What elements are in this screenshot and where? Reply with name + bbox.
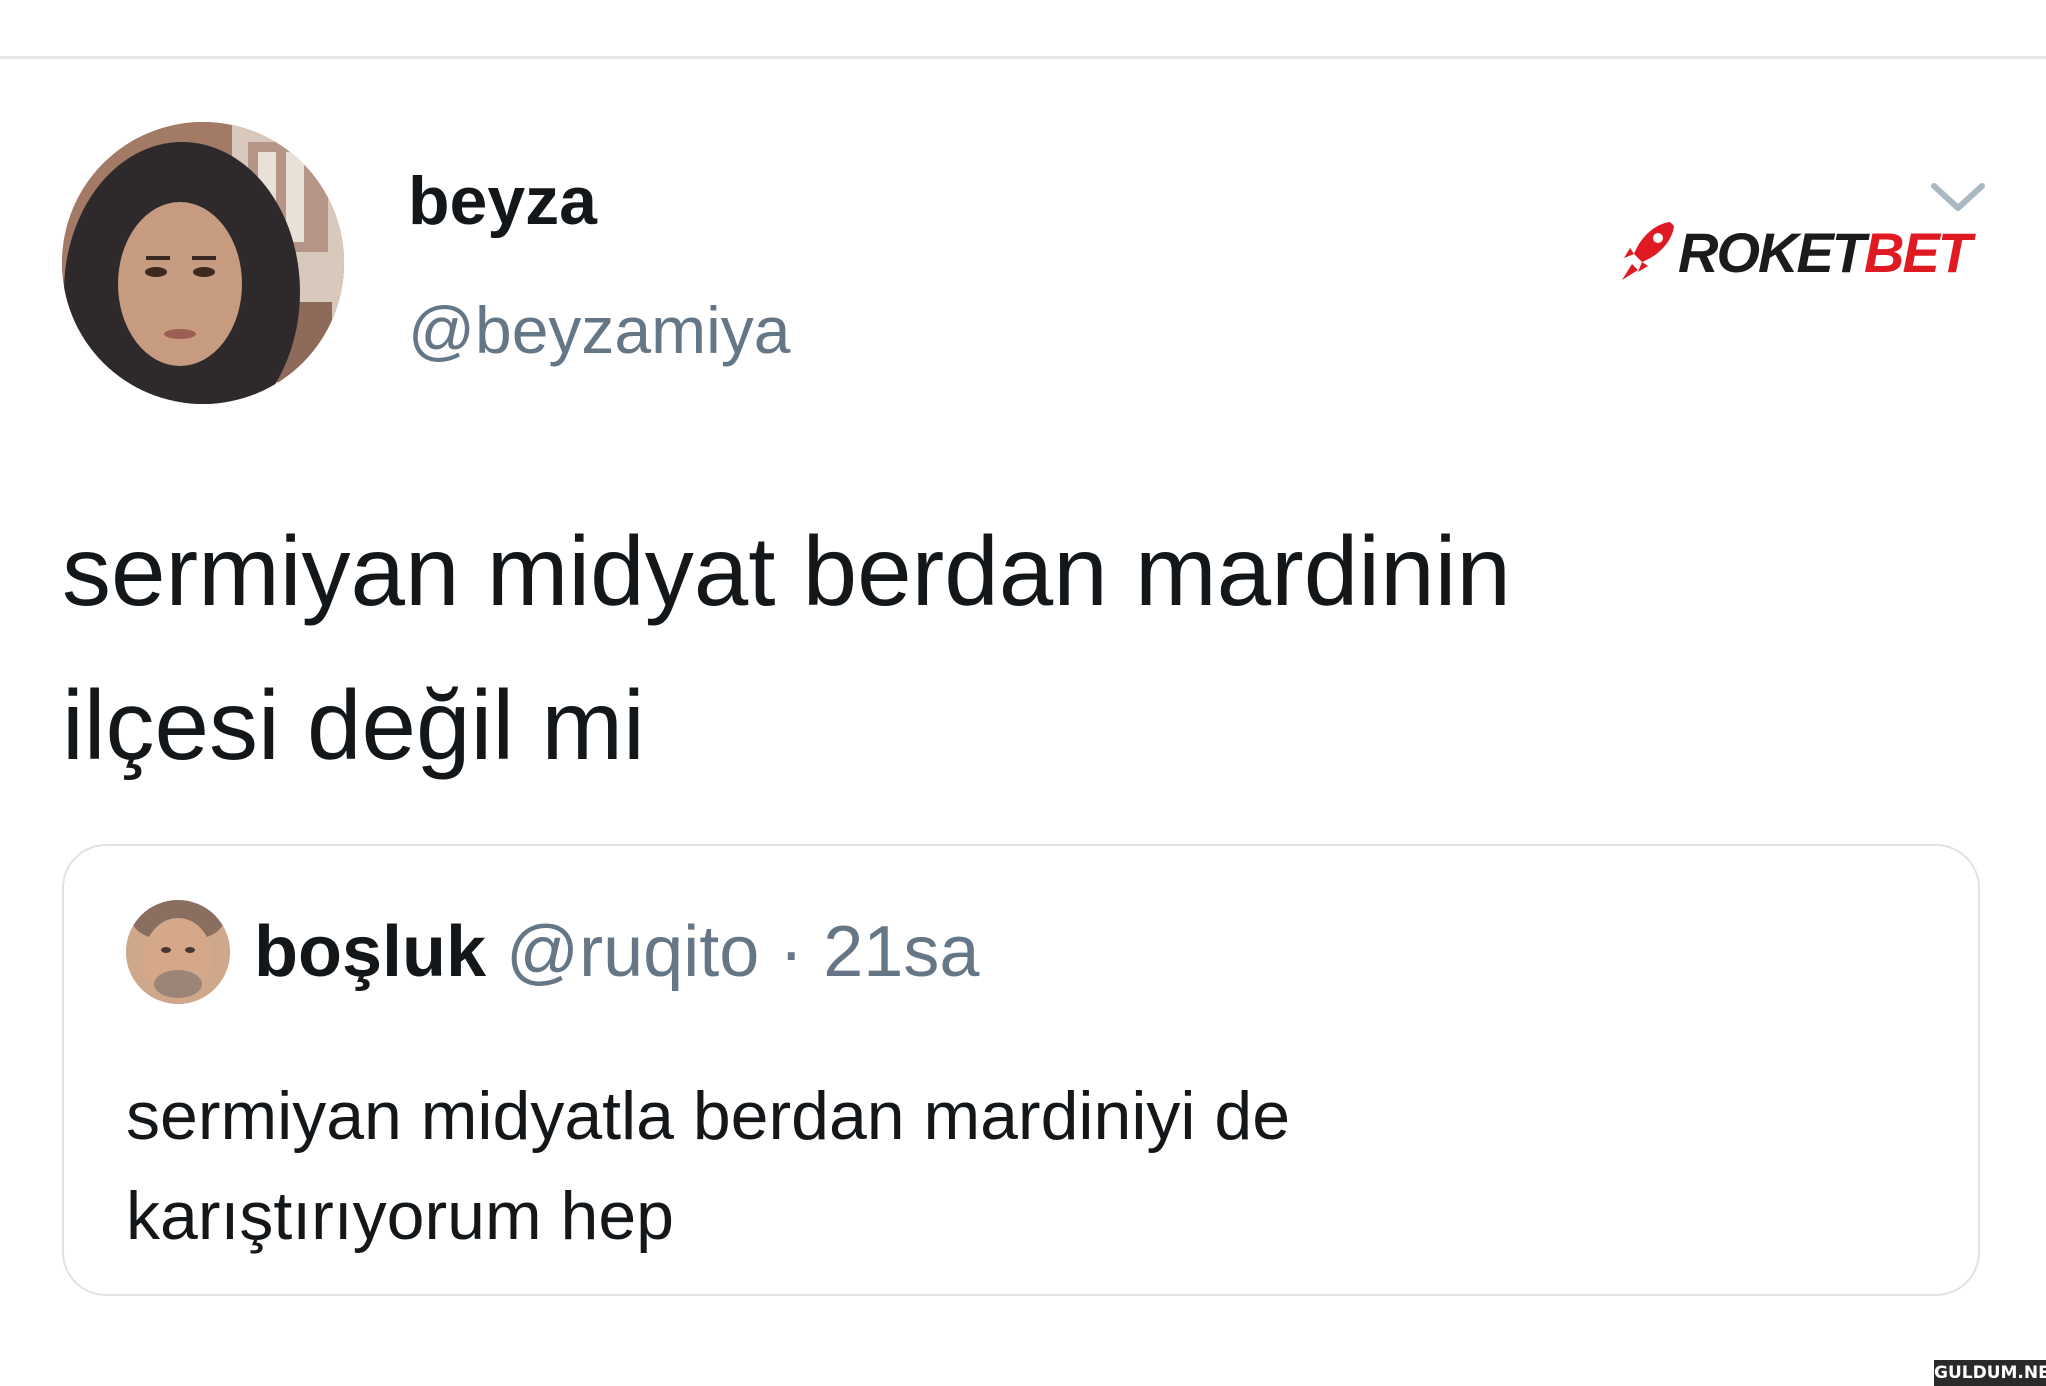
- quoted-tweet-header: boşluk @ruqito · 21sa: [254, 910, 979, 994]
- chevron-down-icon[interactable]: [1928, 178, 1988, 218]
- tweet-text-line-1: sermiyan midyat berdan mardinin: [62, 516, 1511, 626]
- quoted-avatar-photo: [126, 900, 230, 1004]
- tweet-text-line-2: ilçesi değil mi: [62, 670, 645, 780]
- author-avatar[interactable]: [62, 122, 344, 404]
- logo-wordmark: ROKETBET: [1678, 220, 1972, 285]
- quoted-handle[interactable]: @ruqito: [506, 912, 759, 992]
- author-display-name[interactable]: beyza: [408, 162, 597, 240]
- quoted-text-line-2: karıştırıyorum hep: [126, 1178, 674, 1254]
- quoted-text-line-1: sermiyan midyatla berdan mardiniyi de: [126, 1078, 1291, 1154]
- quoted-tweet-text: sermiyan midyatla berdan mardiniyi de ka…: [126, 1066, 1926, 1266]
- avatar-photo: [62, 122, 344, 404]
- quoted-display-name[interactable]: boşluk: [254, 912, 486, 992]
- roketbet-logo: ROKETBET: [1620, 218, 1972, 286]
- author-handle[interactable]: @beyzamiya: [408, 292, 790, 368]
- top-divider: [0, 56, 2046, 59]
- logo-part-bet: BET: [1864, 221, 1972, 284]
- quoted-tweet-card[interactable]: boşluk @ruqito · 21sa sermiyan midyatla …: [62, 844, 1980, 1296]
- quoted-timestamp[interactable]: 21sa: [823, 912, 979, 992]
- quoted-separator: ·: [759, 912, 824, 992]
- rocket-icon: [1622, 222, 1674, 280]
- site-watermark: GULDUM.NET: [1934, 1360, 2046, 1386]
- quoted-author-avatar[interactable]: [126, 900, 230, 1004]
- logo-part-roket: ROKET: [1678, 221, 1866, 284]
- tweet-text: sermiyan midyat berdan mardinin ilçesi d…: [62, 494, 1962, 802]
